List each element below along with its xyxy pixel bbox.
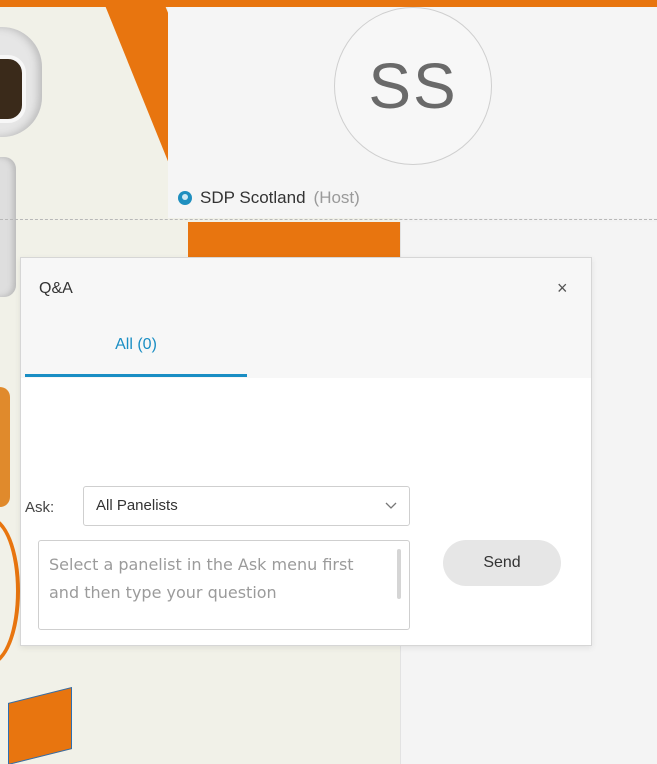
ask-recipient-select[interactable]: All Panelists (83, 486, 410, 526)
divider-dashed (0, 219, 657, 220)
status-dot-icon (178, 191, 192, 205)
tab-all[interactable]: All (0) (25, 336, 247, 374)
robot-arm-image (0, 157, 16, 297)
participant-name: SDP Scotland (200, 188, 306, 207)
slide-orange-ring (0, 517, 20, 665)
question-input[interactable] (49, 551, 379, 617)
chevron-down-icon (385, 502, 397, 509)
avatar: SS (334, 7, 492, 165)
ask-selected-value: All Panelists (96, 497, 178, 514)
participant-role: (Host) (313, 188, 360, 207)
tab-active-underline (25, 374, 247, 377)
question-scrollbar[interactable] (397, 549, 401, 599)
robot-eye-image (0, 55, 26, 123)
robot-body-image (0, 387, 10, 507)
slide-orange-flag (8, 687, 72, 764)
send-button[interactable]: Send (443, 540, 561, 586)
qa-panel: Q&A × All (0) Ask: All Panelists Send (20, 257, 592, 646)
qa-header: Q&A × All (0) (21, 258, 591, 378)
top-accent-bar (0, 0, 657, 7)
participant-name-row: SDP Scotland (Host) (178, 188, 360, 208)
participant-video-tile[interactable]: SS SDP Scotland (Host) (168, 7, 657, 218)
question-input-box[interactable] (38, 540, 410, 630)
ask-label: Ask: (25, 499, 55, 516)
close-icon[interactable]: × (557, 278, 568, 299)
qa-title: Q&A (39, 280, 73, 297)
